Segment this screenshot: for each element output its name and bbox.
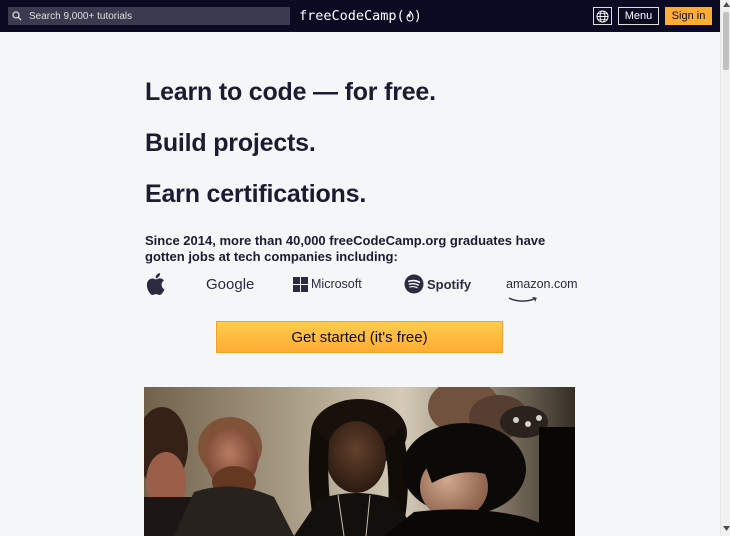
company-logos: Google Microsoft Spotify amazon.com (145, 272, 578, 302)
flame-icon (406, 10, 414, 22)
scroll-up-arrow-icon[interactable] (722, 2, 730, 10)
google-logo: Google (206, 275, 255, 293)
microsoft-logo: Microsoft (293, 272, 362, 296)
spotify-logo-text: Spotify (427, 276, 472, 292)
microsoft-logo-text: Microsoft (311, 277, 362, 291)
brand-paren-open: ( (396, 8, 405, 24)
get-started-button[interactable]: Get started (it's free) (216, 321, 503, 353)
amazon-logo: amazon.com (506, 272, 578, 302)
amazon-logo-text: amazon.com (506, 277, 578, 291)
search-input[interactable] (29, 7, 290, 25)
headline-build: Build projects. (145, 129, 316, 157)
freecodecamp-logo[interactable]: freeCodeCamp ( ) (299, 6, 422, 26)
brand-paren-close: ) (413, 8, 422, 24)
hero-image (144, 387, 575, 536)
top-navigation: freeCodeCamp ( ) Menu Sign in (0, 0, 720, 32)
search-icon (12, 10, 24, 22)
brand-text: freeCodeCamp (299, 8, 397, 24)
page-scrollbar[interactable] (720, 0, 730, 536)
globe-icon (596, 9, 609, 23)
apple-logo-icon (146, 272, 165, 296)
graduates-intro: Since 2014, more than 40,000 freeCodeCam… (145, 233, 546, 264)
page: freeCodeCamp ( ) Menu Sign in (0, 0, 730, 536)
menu-button[interactable]: Menu (618, 7, 659, 25)
search-bar[interactable] (8, 7, 290, 25)
microsoft-windows-icon (293, 276, 308, 292)
language-button[interactable] (593, 7, 612, 25)
scroll-thumb[interactable] (723, 12, 729, 70)
scroll-down-arrow-icon[interactable] (722, 526, 730, 534)
sign-in-button[interactable]: Sign in (665, 7, 712, 25)
spotify-icon (404, 274, 424, 294)
headline-learn: Learn to code — for free. (145, 78, 436, 106)
amazon-smile-icon (508, 292, 538, 306)
headline-earn: Earn certifications. (145, 180, 367, 208)
spotify-logo: Spotify (404, 272, 471, 296)
